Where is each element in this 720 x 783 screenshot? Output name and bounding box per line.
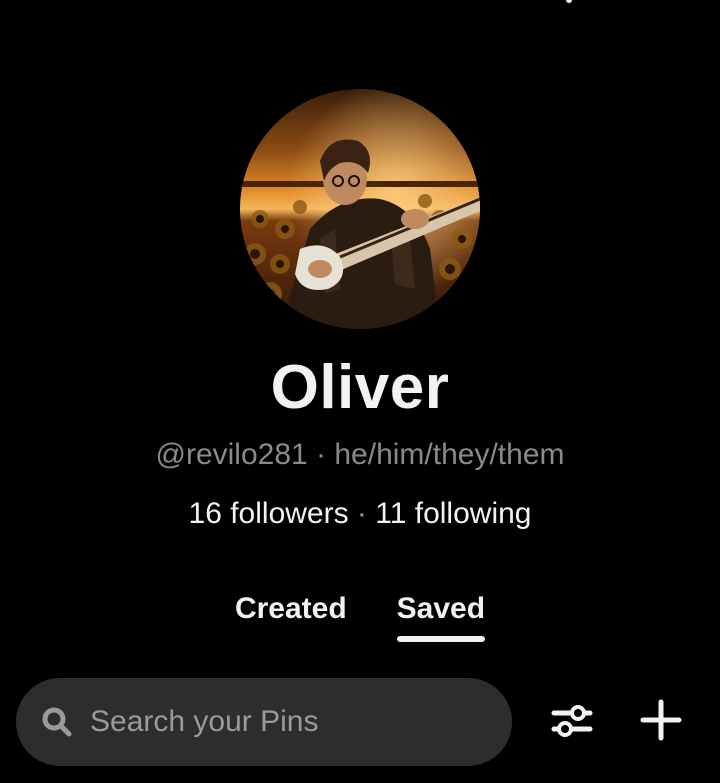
profile-tabs: Created Saved xyxy=(0,589,720,642)
tab-saved[interactable]: Saved xyxy=(396,589,486,642)
tab-created[interactable]: Created xyxy=(235,589,347,629)
stats-separator: · xyxy=(348,497,376,530)
add-button[interactable] xyxy=(634,695,688,749)
search-input[interactable] xyxy=(88,704,492,740)
plus-icon xyxy=(639,698,683,747)
profile-meta: @revilo281 · he/him/they/them xyxy=(0,436,720,474)
profile-name: Oliver xyxy=(270,353,450,422)
search-bar[interactable] xyxy=(16,678,512,766)
sliders-icon xyxy=(550,699,594,748)
profile-stats: 16 followers · 11 following xyxy=(0,495,720,533)
search-icon xyxy=(40,705,74,739)
avatar-photo xyxy=(240,89,480,329)
filter-button[interactable] xyxy=(546,697,598,749)
profile-avatar[interactable] xyxy=(240,89,480,329)
profile-handle: @revilo281 xyxy=(155,438,308,471)
profile-pronouns: he/him/they/them xyxy=(334,438,565,471)
followers-count[interactable]: 16 followers xyxy=(189,497,349,530)
following-count[interactable]: 11 following xyxy=(375,497,531,530)
meta-separator: · xyxy=(307,438,335,471)
status-bar-indicator xyxy=(566,0,572,3)
